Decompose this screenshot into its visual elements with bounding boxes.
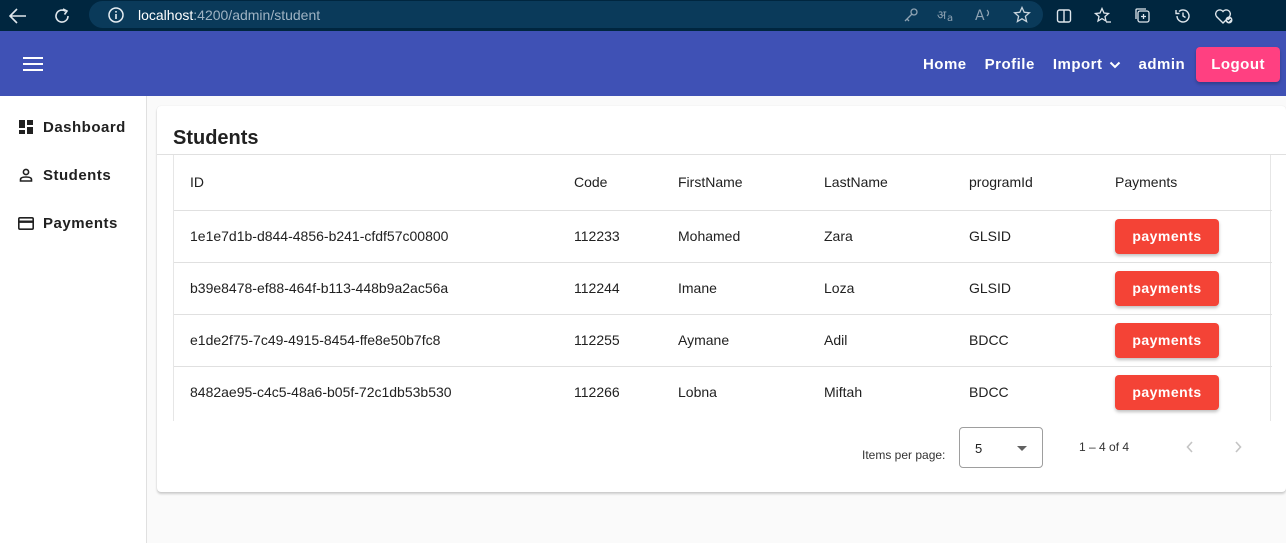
- cell-lastname: Miftah: [824, 384, 863, 401]
- cell-firstname: Lobna: [678, 384, 717, 401]
- url-text: localhost:4200/admin/student: [138, 7, 320, 23]
- url-path: :4200/admin/student: [193, 6, 321, 23]
- chevron-left-icon: [1186, 441, 1193, 453]
- cell-id: b39e8478-ef88-464f-b113-448b9a2ac56a: [174, 262, 574, 315]
- reload-icon[interactable]: [45, 0, 79, 31]
- paginator: Items per page: 5 1 – 4 of 4: [157, 421, 1286, 477]
- chevron-right-icon: [1235, 441, 1242, 453]
- collections-icon[interactable]: [1134, 7, 1152, 25]
- cell-programid: GLSID: [969, 262, 1115, 315]
- previous-page-button[interactable]: [1178, 435, 1202, 459]
- credit-card-icon: [18, 215, 34, 231]
- dropdown-arrow-icon: [1017, 446, 1027, 451]
- next-page-button[interactable]: [1226, 435, 1250, 459]
- sidebar-item-label: Payments: [43, 214, 118, 232]
- svg-text:अ: अ: [937, 8, 947, 22]
- payments-button[interactable]: payments: [1115, 270, 1219, 306]
- cell-code: 112233: [574, 210, 678, 263]
- cell-programid: GLSID: [969, 210, 1115, 263]
- sidebar-item-students[interactable]: Students: [0, 151, 146, 199]
- site-info-icon[interactable]: [107, 6, 125, 24]
- nav-import-label: Import: [1052, 55, 1103, 73]
- chevron-down-icon: [1109, 56, 1121, 73]
- sidebar-item-payments[interactable]: Payments: [0, 199, 146, 247]
- sidebar-item-dashboard[interactable]: Dashboard: [0, 103, 146, 151]
- logout-button[interactable]: Logout: [1196, 46, 1280, 82]
- cell-programid: BDCC: [969, 314, 1115, 367]
- payments-button[interactable]: payments: [1115, 374, 1219, 410]
- sidebar: Dashboard Students Payments: [0, 96, 147, 543]
- column-header-programid: programId: [969, 155, 1115, 211]
- cell-firstname: Aymane: [678, 314, 824, 367]
- nav-profile-button[interactable]: Profile: [976, 47, 1044, 81]
- nav-user-button[interactable]: admin: [1130, 47, 1195, 81]
- split-screen-icon[interactable]: [1056, 8, 1072, 24]
- cell-lastname: Adil: [824, 314, 969, 367]
- students-card: Students ID Code FirstName LastName prog…: [157, 106, 1286, 492]
- table-row: e1de2f75-7c49-4915-8454-ffe8e50b7fc8 112…: [174, 314, 1272, 367]
- students-table-container[interactable]: ID Code FirstName LastName programId Pay…: [173, 155, 1272, 421]
- favorites-icon[interactable]: [1094, 6, 1112, 25]
- cell-code: 112255: [574, 314, 678, 367]
- cell-payments: payments: [1115, 210, 1272, 263]
- cell-id: 8482ae95-c4c5-48a6-b05f-72c1db53b530: [190, 384, 452, 401]
- hamburger-menu-icon: [23, 57, 43, 71]
- payments-button[interactable]: payments: [1115, 322, 1219, 358]
- cell-code: 112244: [574, 262, 678, 315]
- cell-payments: payments: [1115, 262, 1272, 315]
- sidebar-item-label: Students: [43, 166, 112, 184]
- table-row: b39e8478-ef88-464f-b113-448b9a2ac56a 112…: [174, 262, 1272, 315]
- menu-toggle-button[interactable]: [13, 47, 53, 81]
- url-host: localhost: [138, 6, 194, 23]
- column-header-lastname: LastName: [824, 155, 969, 211]
- read-aloud-icon[interactable]: A: [975, 7, 995, 23]
- key-icon[interactable]: [903, 7, 919, 23]
- column-header-code: Code: [574, 155, 678, 211]
- column-header-payments: Payments: [1115, 155, 1272, 211]
- cell-payments: payments: [1115, 366, 1272, 418]
- page-size-select[interactable]: 5: [959, 427, 1043, 468]
- address-bar[interactable]: localhost:4200/admin/student अa A: [89, 1, 1043, 28]
- app-toolbar: Home Profile Import admin Logout: [0, 31, 1286, 96]
- browser-toolbar: localhost:4200/admin/student अa A: [0, 0, 1286, 31]
- cell-programid: BDCC: [969, 384, 1009, 401]
- svg-text:a: a: [947, 13, 953, 23]
- translate-icon[interactable]: अa: [937, 7, 957, 23]
- cell-firstname: Mohamed: [678, 210, 824, 263]
- browser-essentials-icon[interactable]: [1214, 7, 1234, 25]
- column-header-firstname: FirstName: [678, 155, 824, 211]
- cell-id: e1de2f75-7c49-4915-8454-ffe8e50b7fc8: [174, 314, 574, 367]
- cell-lastname: Loza: [824, 262, 969, 315]
- page-range-label: 1 – 4 of 4: [1079, 440, 1130, 454]
- nav-home-button[interactable]: Home: [914, 47, 976, 81]
- students-table: ID Code FirstName LastName programId Pay…: [174, 155, 1272, 418]
- page-size-value: 5: [975, 441, 983, 456]
- sidebar-item-label: Dashboard: [43, 118, 126, 136]
- cell-lastname: Zara: [824, 210, 969, 263]
- cell-id: 1e1e7d1b-d844-4856-b241-cfdf57c00800: [174, 210, 574, 263]
- table-row: 8482ae95-c4c5-48a6-b05f-72c1db53b530 112…: [174, 366, 1272, 418]
- page-title: Students: [173, 127, 259, 149]
- cell-payments: payments: [1115, 314, 1272, 367]
- history-icon[interactable]: [1174, 7, 1192, 25]
- table-row: 1e1e7d1b-d844-4856-b241-cfdf57c00800 112…: [174, 210, 1272, 263]
- table-header-row: ID Code FirstName LastName programId Pay…: [174, 155, 1272, 211]
- payments-button[interactable]: payments: [1115, 218, 1219, 254]
- svg-text:A: A: [975, 8, 985, 23]
- column-header-id: ID: [174, 155, 574, 211]
- person-icon: [18, 167, 34, 183]
- back-icon[interactable]: [1, 0, 35, 31]
- cell-code: 112266: [574, 384, 620, 401]
- cell-firstname: Imane: [678, 262, 824, 315]
- items-per-page-label: Items per page:: [862, 448, 946, 462]
- favorite-star-icon[interactable]: [1013, 5, 1031, 24]
- nav-import-menu[interactable]: Import: [1044, 47, 1130, 81]
- dashboard-icon: [18, 119, 34, 135]
